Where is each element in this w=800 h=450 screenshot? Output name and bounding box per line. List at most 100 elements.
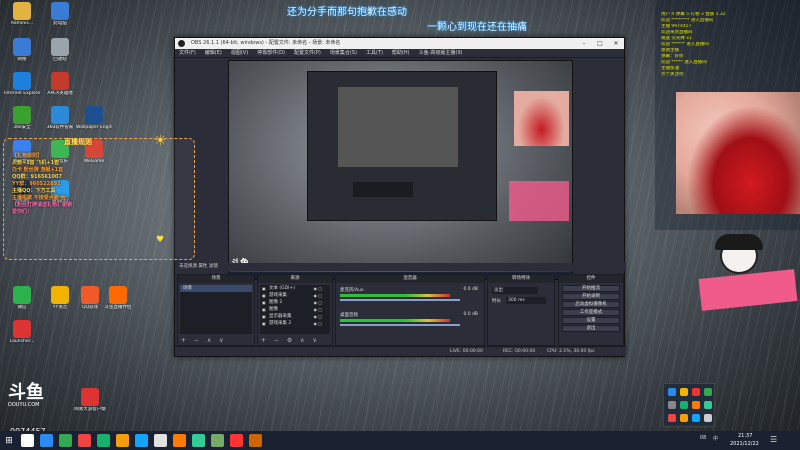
- tray-app-icon[interactable]: [704, 414, 712, 422]
- mixer-header: 混音器: [336, 275, 484, 283]
- notification-icon[interactable]: ☰: [770, 435, 777, 444]
- tray-app-icon[interactable]: [668, 388, 676, 396]
- control-button[interactable]: 开始推流: [562, 285, 620, 292]
- sources-list[interactable]: ▣ 文本 (GDI+) ◉ ▢ ▣ 游戏采集 ◉ ▢ ▣ 图像 2 ◉ ▢ ▣ 图像 ◉ ▢ ▣ 显示器采…: [260, 285, 330, 334]
- menu-item[interactable]: 编辑(E): [205, 49, 222, 57]
- nested-obs-window: [307, 71, 497, 221]
- obs-titlebar[interactable]: OBS 26.1.1 (64-bit, windows) - 配置文件: 未命名…: [175, 38, 624, 49]
- taskbar-app-icon[interactable]: [173, 434, 186, 447]
- taskbar-app-icon[interactable]: [211, 434, 224, 447]
- desktop-icon[interactable]: Internet Explorer: [4, 72, 40, 96]
- taskbar-app-icon[interactable]: [59, 434, 72, 447]
- scenes-footer-buttons[interactable]: + − ∧ ∨: [181, 337, 227, 344]
- desktop-icon[interactable]: Launcher...: [4, 320, 40, 344]
- tray-overflow-panel[interactable]: [663, 383, 715, 427]
- menu-item[interactable]: 文件(F): [179, 49, 196, 57]
- tray-ime[interactable]: 中: [713, 435, 718, 442]
- tray-app-icon[interactable]: [704, 388, 712, 396]
- taskbar-app-icon[interactable]: [154, 434, 167, 447]
- scenes-list[interactable]: 场景: [180, 285, 252, 334]
- desktop-icon[interactable]: Adminis…: [4, 2, 40, 26]
- obs-preview-canvas[interactable]: 斗鱼: [228, 60, 573, 280]
- taskbar-app-icon[interactable]: [97, 434, 110, 447]
- obs-menubar: 文件(F) 编辑(E) 视图(V) 停靠部件(D) 配置文件(P) 场景集合(S) 工具(T…: [175, 49, 624, 58]
- tray-app-icon[interactable]: [692, 388, 700, 396]
- taskbar-app-icon[interactable]: [78, 434, 91, 447]
- desktop-icon[interactable]: APEX英雄地: [42, 72, 78, 96]
- transition-select[interactable]: 淡出: [492, 287, 538, 294]
- scene-item[interactable]: 场景: [180, 285, 252, 292]
- desktop-icon[interactable]: 网络: [4, 38, 40, 62]
- tray-app-icon[interactable]: [692, 401, 700, 409]
- chat-line: 点个关注吧: [661, 72, 684, 77]
- source-item[interactable]: ▣ 文本 (GDI+) ◉ ▢: [260, 285, 330, 292]
- sources-dock[interactable]: 来源 ▣ 文本 (GDI+) ◉ ▢ ▣ 游戏采集 ◉ ▢ ▣ 图像 2 ◉ ▢ ▣ 图像 ◉ ▢ ▣ 显…: [257, 274, 333, 346]
- visibility-icon[interactable]: ◉ ▢: [313, 285, 322, 292]
- tray-weather[interactable]: 08: [700, 435, 706, 441]
- desktop-icon[interactable]: 360软件管家: [42, 106, 78, 130]
- desktop-icon[interactable]: Wallpaper Engine: [76, 106, 112, 130]
- scenes-dock[interactable]: 场景 场景 + − ∧ ∨: [177, 274, 255, 346]
- duration-input[interactable]: 300 ms: [506, 297, 546, 304]
- mixer-dock[interactable]: 混音器 麦克风/Aux 0.0 dB 桌面音频 0.0 dB: [335, 274, 485, 346]
- sources-footer-buttons[interactable]: + − ⚙ ∧ ∨: [261, 337, 320, 344]
- clock-time[interactable]: 21:37: [738, 433, 752, 439]
- desktop-icon[interactable]: 微信: [4, 286, 40, 310]
- minimize-button[interactable]: –: [576, 38, 592, 49]
- desktop-icon[interactable]: 网易大游客户端: [72, 388, 108, 412]
- source-item[interactable]: ▣ 图像 ◉ ▢: [260, 306, 330, 313]
- source-item[interactable]: ▣ 显示器采集 ◉ ▢: [260, 313, 330, 320]
- taskbar-app-icon[interactable]: [40, 434, 53, 447]
- visibility-icon[interactable]: ◉ ▢: [313, 292, 322, 299]
- tray-app-icon[interactable]: [680, 414, 688, 422]
- source-item[interactable]: ▣ 图像 2 ◉ ▢: [260, 299, 330, 306]
- taskbar-app-icon[interactable]: [116, 434, 129, 447]
- taskbar-app-icon[interactable]: [230, 434, 243, 447]
- taskbar-app-icon[interactable]: [21, 434, 34, 447]
- desktop-icon-label: Launcher...: [9, 339, 35, 344]
- source-item[interactable]: ▣ 游戏采集 ◉ ▢: [260, 292, 330, 299]
- menu-item[interactable]: 工具(T): [366, 49, 383, 57]
- taskbar-app-icon[interactable]: [135, 434, 148, 447]
- taskbar-app-icon[interactable]: [192, 434, 205, 447]
- maximize-button[interactable]: □: [592, 38, 608, 49]
- controls-dock[interactable]: 控件 开始推流 开始录制 启动虚拟摄像机 工作室模式 设置 退出: [558, 274, 624, 346]
- menu-item[interactable]: 停靠部件(D): [257, 49, 285, 57]
- tray-app-icon[interactable]: [680, 401, 688, 409]
- tray-app-icon[interactable]: [704, 401, 712, 409]
- menu-item[interactable]: 帮助(H): [392, 49, 410, 57]
- control-button[interactable]: 退出: [562, 325, 620, 332]
- menu-item[interactable]: 配置文件(P): [294, 49, 321, 57]
- transitions-dock[interactable]: 转场特效 淡出 时长 300 ms: [487, 274, 555, 346]
- desktop-icon[interactable]: 360安全: [4, 106, 40, 130]
- rules-line: 火箭+1首 飞机+1首: [12, 160, 60, 166]
- tray-app-icon[interactable]: [668, 414, 676, 422]
- desktop-icon[interactable]: 此电脑: [42, 2, 78, 26]
- start-button[interactable]: ⊞: [0, 431, 18, 450]
- clock-date[interactable]: 2021/12/22: [730, 441, 759, 447]
- visibility-icon[interactable]: ◉ ▢: [313, 299, 322, 306]
- control-button[interactable]: 开始录制: [562, 293, 620, 300]
- obs-window[interactable]: OBS 26.1.1 (64-bit, windows) - 配置文件: 未命名…: [174, 37, 626, 357]
- sticker-hair: [715, 234, 763, 250]
- mixer-ch1-slider[interactable]: [340, 299, 460, 301]
- menu-item[interactable]: 视图(V): [231, 49, 248, 57]
- desktop-icon[interactable]: 回收站: [42, 38, 78, 62]
- visibility-icon[interactable]: ◉ ▢: [313, 313, 322, 320]
- visibility-icon[interactable]: ◉ ▢: [313, 320, 322, 327]
- control-button[interactable]: 启动虚拟摄像机: [562, 301, 620, 308]
- mixer-ch2-slider[interactable]: [340, 324, 460, 326]
- tray-app-icon[interactable]: [680, 388, 688, 396]
- source-item[interactable]: ▣ 游戏采集 2 ◉ ▢: [260, 320, 330, 327]
- close-button[interactable]: ✕: [608, 38, 624, 49]
- tray-app-icon[interactable]: [668, 401, 676, 409]
- menu-item[interactable]: 斗鱼-高级版主播(9): [419, 49, 463, 57]
- visibility-icon[interactable]: ◉ ▢: [313, 306, 322, 313]
- desktop-icon[interactable]: 斗鱼直播伴侣: [100, 286, 136, 310]
- tray-app-icon[interactable]: [692, 414, 700, 422]
- control-button[interactable]: 工作室模式: [562, 309, 620, 316]
- menu-item[interactable]: 场景集合(S): [330, 49, 357, 57]
- duration-label: 时长: [492, 299, 501, 304]
- control-button[interactable]: 设置: [562, 317, 620, 324]
- taskbar-app-icon[interactable]: [249, 434, 262, 447]
